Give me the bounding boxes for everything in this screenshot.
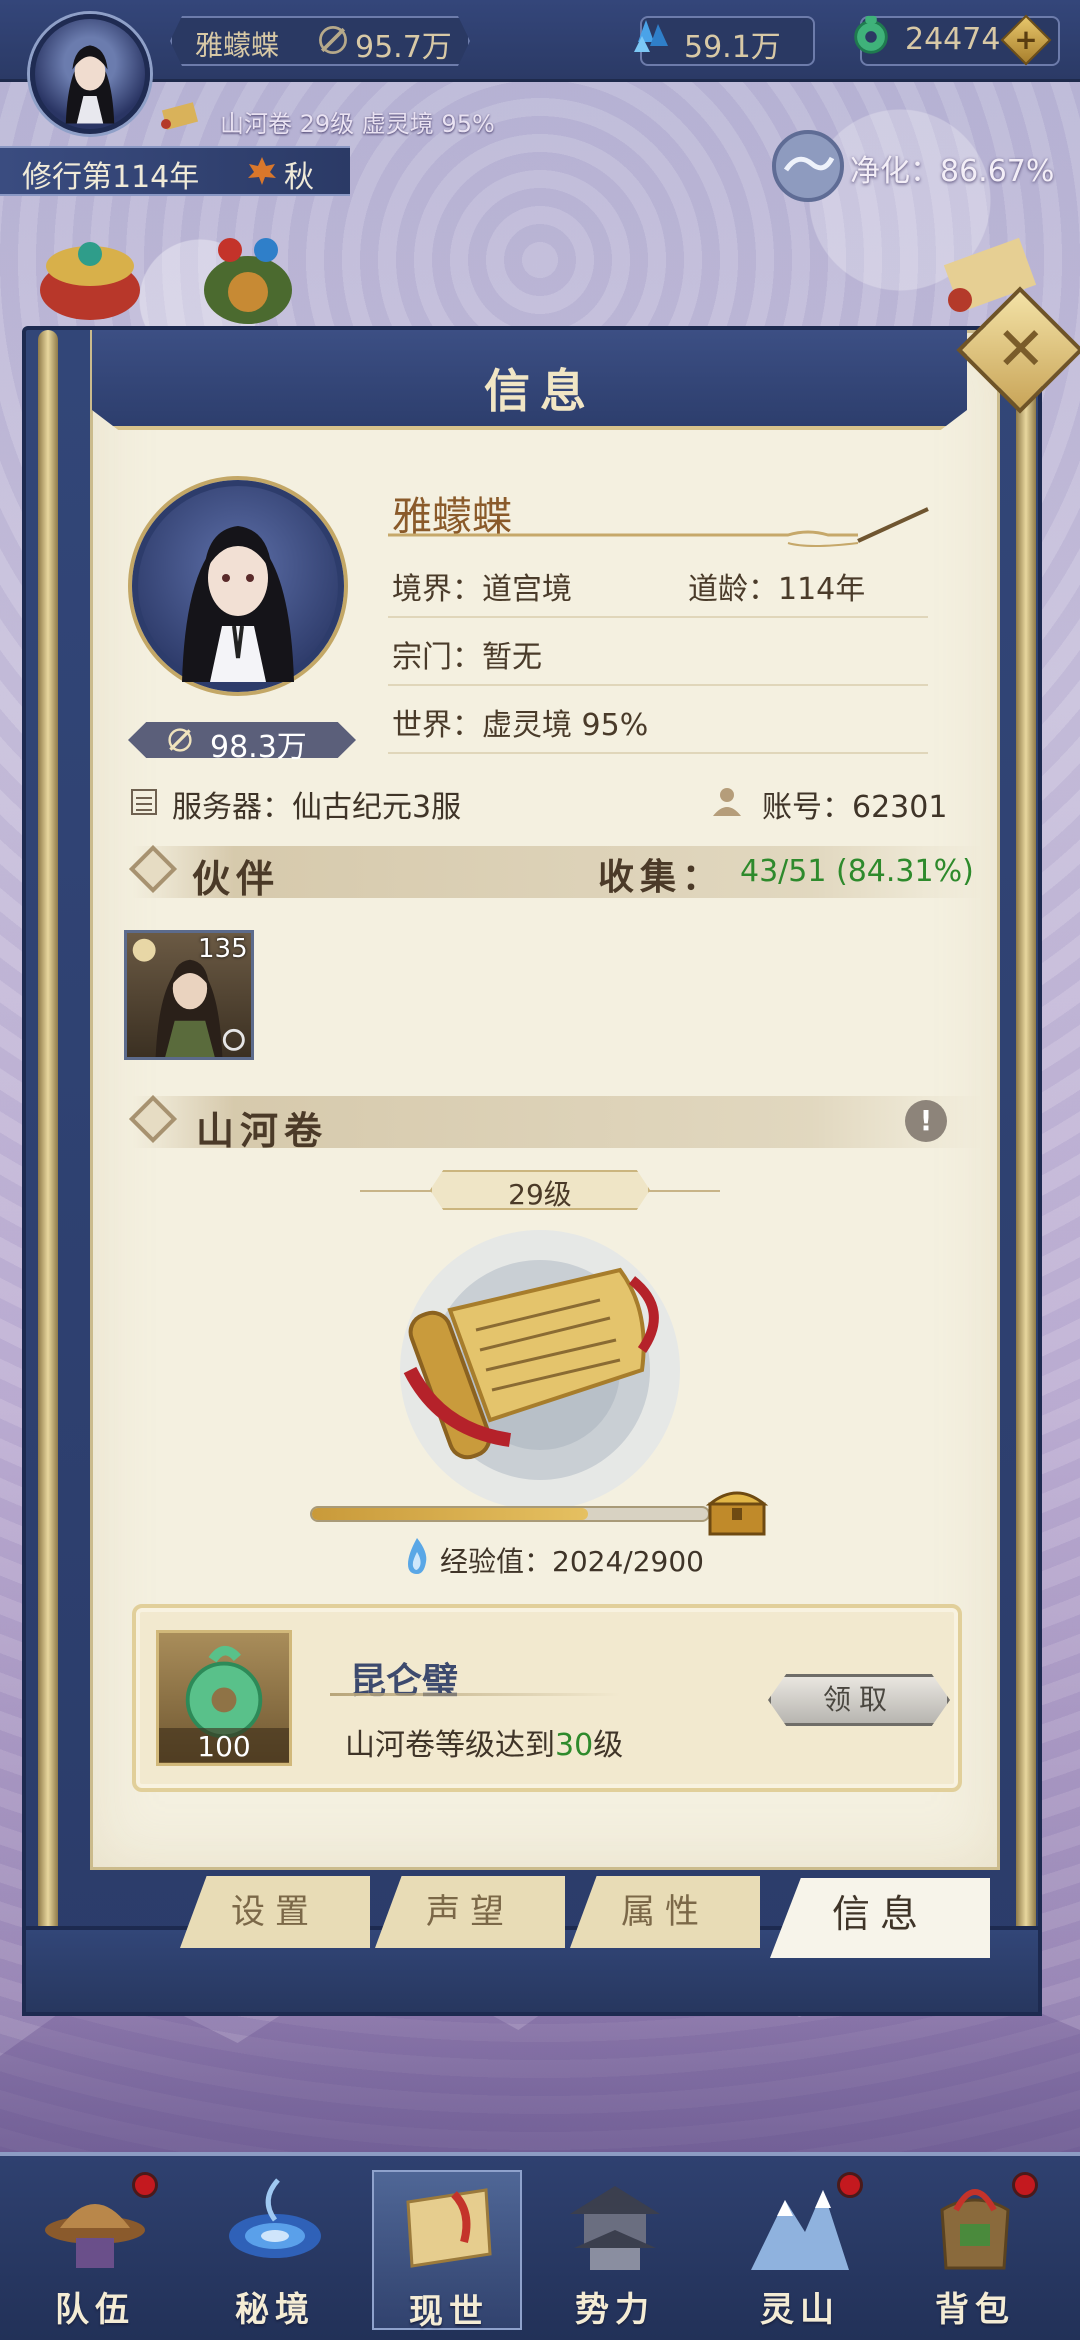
- sect-label: 宗门：暂无: [392, 640, 542, 675]
- panel-title: 信息: [484, 364, 596, 418]
- crystal-gem-icon: [634, 20, 668, 52]
- tab-attributes[interactable]: 属性: [570, 1876, 760, 1948]
- purify-orb-icon: [772, 130, 844, 202]
- server-icon: [131, 789, 157, 815]
- power-icon: [168, 728, 192, 752]
- player-name: 雅蠓蝶: [195, 29, 280, 62]
- reward-desc-suffix: 级: [593, 1728, 624, 1763]
- treasure-drum-icon[interactable]: [30, 220, 150, 330]
- reward-desc-level: 30: [555, 1728, 594, 1763]
- realm-label: 境界：道宫境: [392, 572, 572, 607]
- reward-count: 100: [197, 1730, 251, 1763]
- gift-pouch-icon[interactable]: [188, 220, 308, 330]
- close-icon: ✕: [995, 314, 1046, 385]
- profile-avatar[interactable]: [132, 480, 344, 692]
- panel-rod-right: [1016, 330, 1036, 1940]
- profile-power-value: 98.3万: [210, 730, 307, 765]
- treasure-chest-icon[interactable]: [704, 1482, 770, 1538]
- exp-flame-icon: [408, 1538, 427, 1574]
- notification-badge: [837, 2172, 863, 2198]
- realm-row: 境界：道宫境 道龄：114年: [388, 556, 928, 618]
- maple-leaf-icon: [248, 157, 276, 185]
- purify-text: 净化：86.67%: [850, 154, 1055, 189]
- reward-description: 山河卷等级达到30级: [345, 1720, 623, 1764]
- nav-secret-realm-label: 秘境: [235, 2290, 315, 2330]
- player-power-value: 95.7万: [355, 30, 452, 65]
- portal-vortex-icon: [229, 2178, 321, 2258]
- player-avatar[interactable]: [30, 14, 150, 134]
- notification-badge: [132, 2172, 158, 2198]
- nav-secret-realm[interactable]: 秘境: [200, 2170, 350, 2330]
- nav-world[interactable]: 现世: [372, 2170, 522, 2332]
- scroll-info-button[interactable]: !: [905, 1100, 947, 1142]
- account-label: 账号：62301: [762, 790, 948, 825]
- character-portrait-icon: [182, 526, 294, 682]
- companions-title: 伙伴: [192, 856, 281, 901]
- nav-team[interactable]: 队伍: [20, 2170, 170, 2330]
- gem-value: 59.1万: [684, 30, 781, 65]
- tab-settings[interactable]: 设置: [180, 1876, 370, 1948]
- panel-rod-left: [38, 330, 58, 1940]
- world-label: 世界：虚灵境 95%: [392, 708, 649, 743]
- plus-icon: +: [1014, 23, 1038, 56]
- scroll-section-title: 山河卷: [196, 1108, 329, 1153]
- exp-progress-fill: [312, 1508, 588, 1520]
- mountain-river-scroll-icon[interactable]: [380, 1200, 700, 1520]
- collect-label: 收集：: [598, 856, 725, 898]
- jade-value: 24474: [905, 22, 1001, 57]
- server-label: 服务器：仙古纪元3服: [172, 790, 462, 825]
- reward-name: 昆仑璧: [350, 1660, 459, 1702]
- pagoda-icon: [570, 2186, 660, 2270]
- power-icon: [319, 26, 347, 54]
- nav-world-label: 现世: [409, 2292, 489, 2332]
- nav-backpack-label: 背包: [935, 2290, 1015, 2330]
- collect-value: 43/51 (84.31%): [740, 854, 974, 889]
- tab-reputation[interactable]: 声望: [375, 1876, 565, 1948]
- world-row: 世界：虚灵境 95%: [388, 692, 928, 754]
- sect-row: 宗门：暂无: [388, 624, 928, 686]
- nav-backpack[interactable]: 背包: [900, 2170, 1050, 2330]
- notification-badge: [1012, 2172, 1038, 2198]
- tab-info[interactable]: 信息: [770, 1878, 990, 1958]
- nav-spirit-mountain-label: 灵山: [760, 2290, 840, 2330]
- reward-divider: [330, 1693, 620, 1696]
- claim-button[interactable]: 领取: [768, 1674, 950, 1726]
- age-label: 道龄：114年: [688, 572, 866, 607]
- account-icon: [713, 788, 741, 816]
- cultivation-year: 修行第114年: [22, 160, 200, 195]
- exp-label: 经验值：2024/2900: [440, 1545, 704, 1578]
- scroll-status-text: 山河卷 29级 虚灵境 95%: [220, 110, 495, 138]
- nav-faction-label: 势力: [575, 2290, 655, 2330]
- reward-desc-prefix: 山河卷等级达到: [345, 1728, 555, 1763]
- companion-level: 135: [198, 934, 248, 964]
- world-scroll-icon: [406, 2188, 492, 2268]
- nav-faction[interactable]: 势力: [540, 2170, 690, 2330]
- nav-spirit-mountain[interactable]: 灵山: [725, 2170, 875, 2330]
- nav-team-label: 队伍: [55, 2290, 135, 2330]
- scroll-mini-icon: [161, 102, 199, 130]
- jade-coin-icon: [854, 15, 888, 54]
- season-text: 秋: [284, 160, 314, 195]
- player-portrait-icon: [65, 45, 115, 124]
